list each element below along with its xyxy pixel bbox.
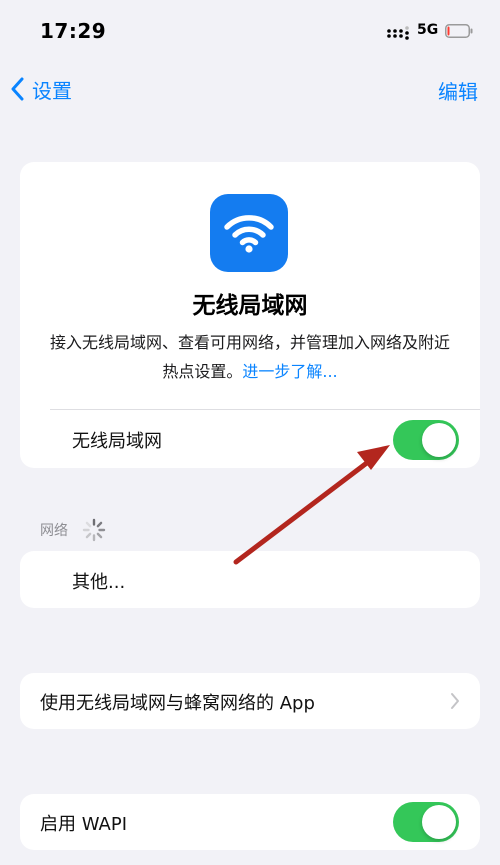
back-button[interactable]: 设置 [10, 72, 72, 106]
networks-header-label: 网络 [40, 523, 68, 539]
hero-description: 接入无线局域网、查看可用网络，并管理加入网络及附近热点设置。进一步了解... [46, 328, 454, 386]
wapi-toggle-label: 启用 WAPI [40, 814, 128, 835]
toggle-knob [422, 423, 456, 457]
divider [50, 409, 480, 410]
wifi-icon [210, 194, 288, 272]
toggle-knob [422, 805, 456, 839]
status-bar: 17:29 5G [0, 0, 500, 62]
navigation-bar: 设置 编辑 [0, 62, 500, 116]
wapi-row: 启用 WAPI [20, 794, 480, 850]
battery-level-fill [447, 26, 450, 36]
chevron-right-icon [451, 693, 459, 709]
other-network-label: 其他... [72, 572, 126, 593]
learn-more-link[interactable]: 进一步了解... [242, 362, 337, 381]
back-button-label: 设置 [32, 78, 72, 103]
page-title: 无线局域网 [192, 293, 308, 319]
apps-row-label: 使用无线局域网与蜂窝网络的 App [40, 693, 315, 714]
edit-button[interactable]: 编辑 [438, 76, 478, 105]
status-time: 17:29 [40, 19, 107, 43]
networks-section-header: 网络 [40, 518, 106, 542]
wifi-info-card: 无线局域网 接入无线局域网、查看可用网络，并管理加入网络及附近热点设置。进一步了… [20, 162, 480, 468]
loading-spinner-icon [82, 518, 106, 542]
wifi-toggle-label: 无线局域网 [72, 431, 162, 452]
wifi-toggle[interactable] [393, 420, 459, 460]
other-network-row[interactable]: 其他... [20, 551, 480, 608]
battery-icon [445, 24, 473, 38]
wapi-toggle[interactable] [393, 802, 459, 842]
chevron-left-icon [11, 77, 24, 101]
signal-strength-icon [387, 26, 409, 40]
network-type-label: 5G [417, 22, 439, 38]
apps-using-wifi-cellular-row[interactable]: 使用无线局域网与蜂窝网络的 App [20, 673, 480, 729]
